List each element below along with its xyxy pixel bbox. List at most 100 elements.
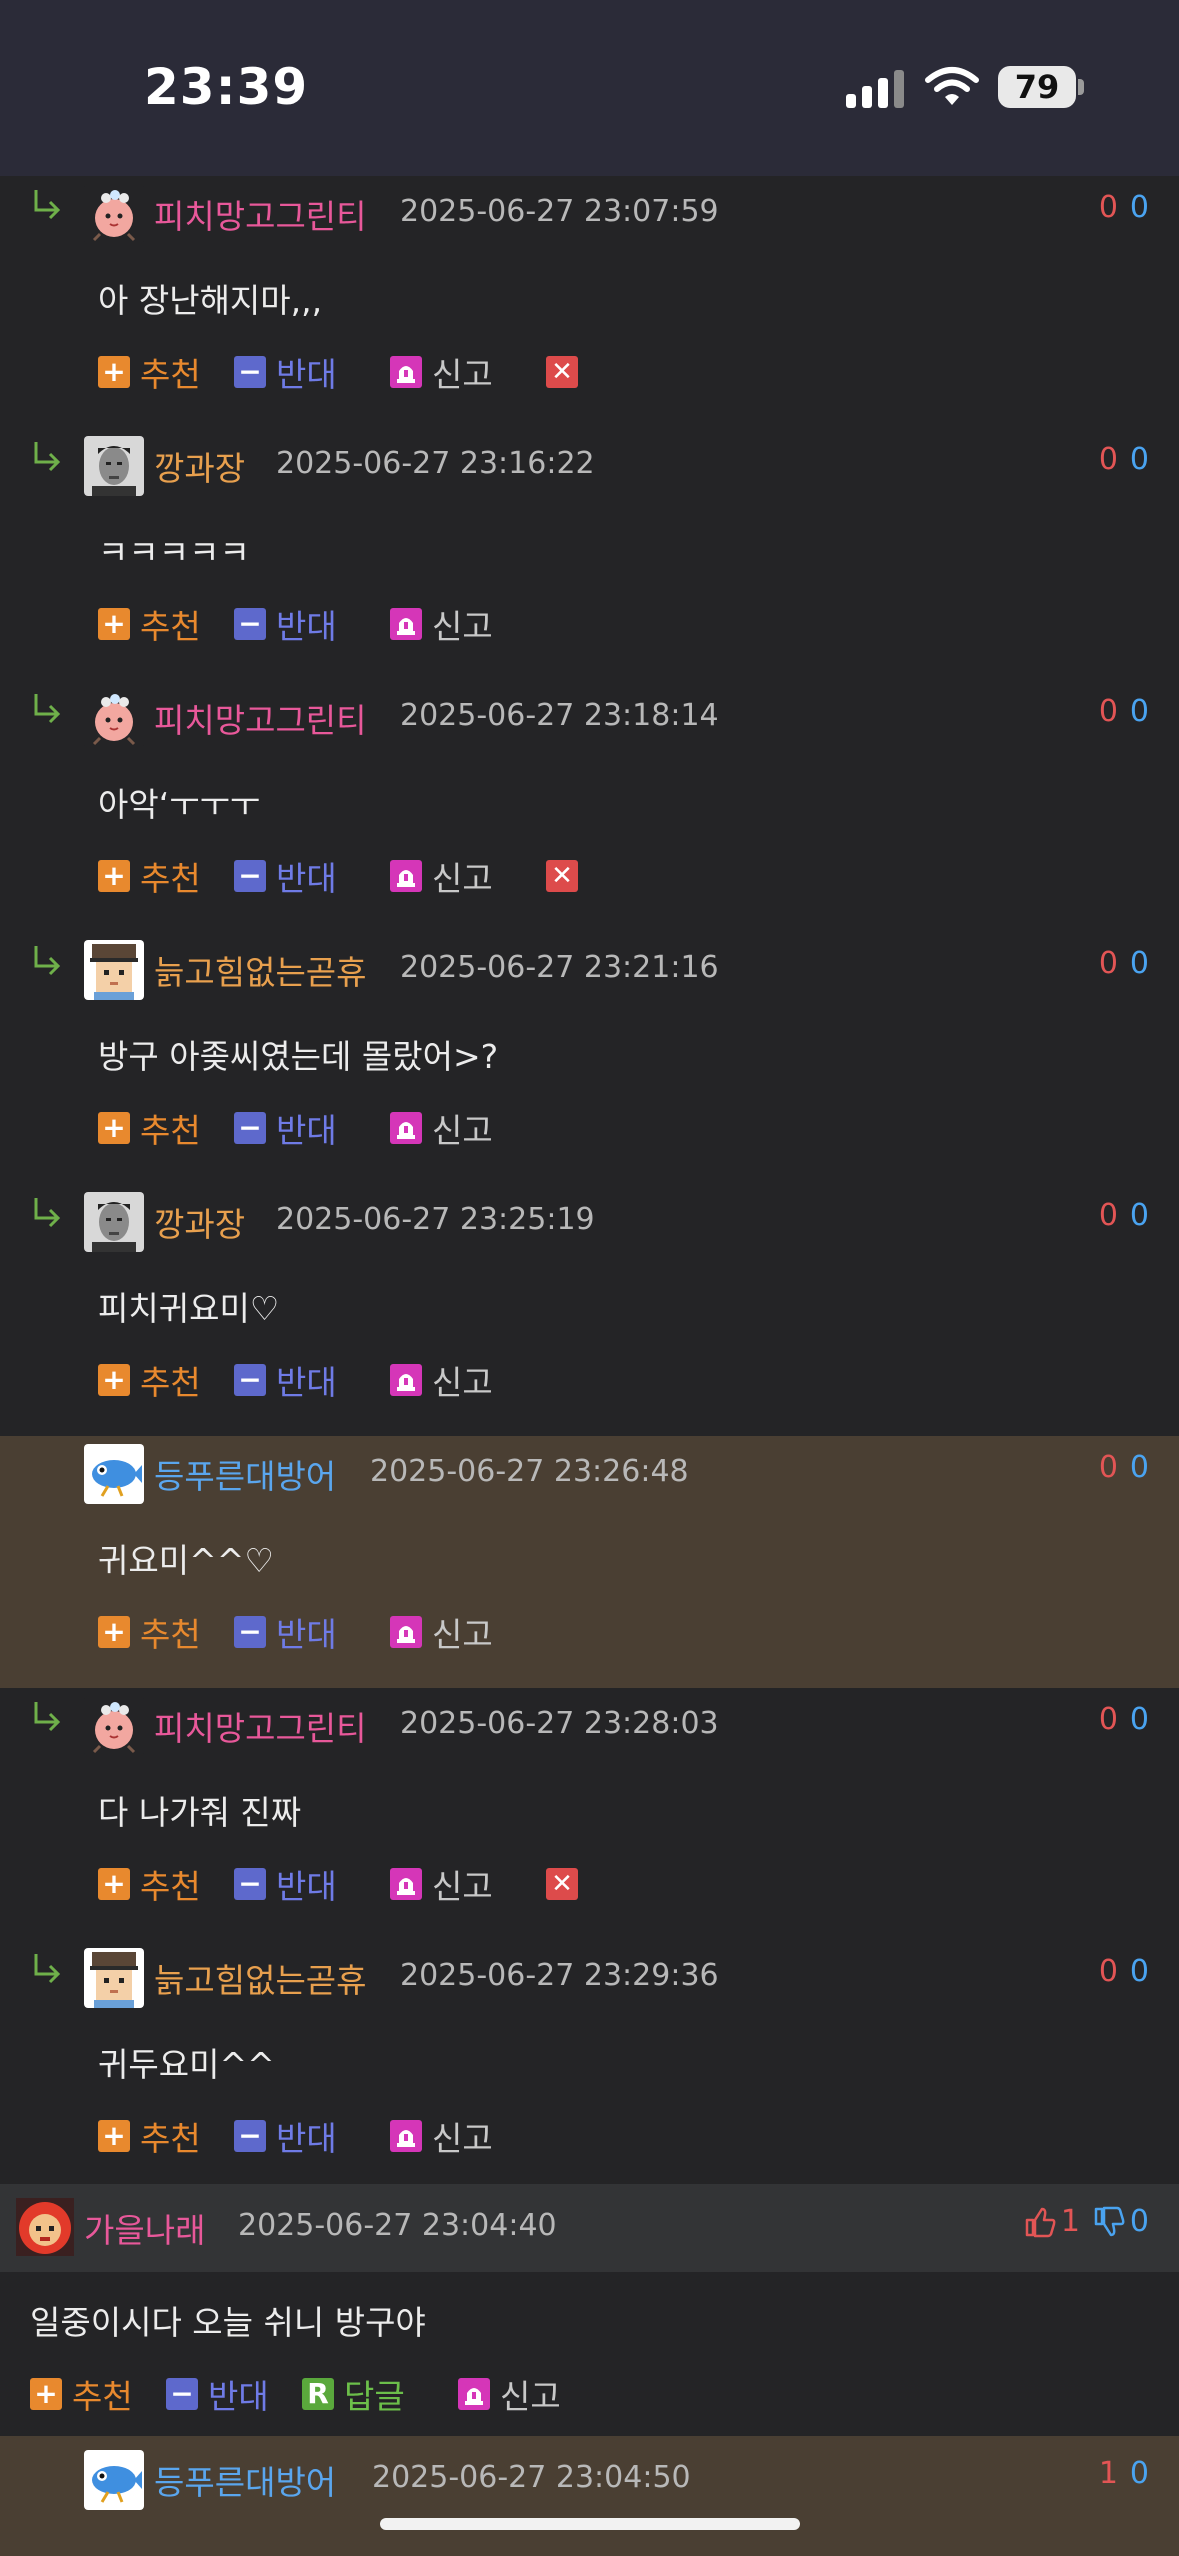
oppose-label: 반대 [276, 355, 337, 394]
oppose-button[interactable]: − 반대 [234, 1108, 337, 1150]
recommend-button[interactable]: + 추천 [98, 604, 201, 646]
parent-nickname[interactable]: 가을나래 [84, 2204, 205, 2252]
recommend-label: 추천 [140, 2119, 201, 2158]
upvote-count: 0 [1098, 190, 1118, 225]
report-button[interactable]: 신고 [390, 856, 493, 898]
plus-icon: + [98, 1364, 130, 1396]
minus-icon: − [234, 1112, 266, 1144]
plus-icon: + [98, 1112, 130, 1144]
comment-nickname[interactable]: 늙고힘없는곧휴 [154, 946, 367, 994]
minus-icon: − [234, 356, 266, 388]
delete-button[interactable]: ✕ [546, 1864, 578, 1904]
report-label: 신고 [432, 1111, 493, 1150]
comment-date: 2025-06-27 23:26:48 [370, 1454, 689, 1489]
report-button[interactable]: 신고 [390, 1108, 493, 1150]
comment-item: 피치망고그린티 2025-06-27 23:18:14 0 0 아악‘ㅜㅜㅜ + 추천 − 반대… [0, 680, 1179, 932]
recommend-label: 추천 [140, 1867, 201, 1906]
siren-icon [390, 608, 422, 640]
comment-nickname[interactable]: 피치망고그린티 [154, 190, 367, 238]
parent-votes: 1 0 [1023, 2204, 1149, 2239]
oppose-button[interactable]: − 반대 [234, 2116, 337, 2158]
recommend-button[interactable]: + 추천 [98, 856, 201, 898]
comment-actions: + 추천 − 반대 신고 [98, 604, 798, 646]
reply-arrow-icon [30, 438, 66, 474]
minus-icon: − [234, 2120, 266, 2152]
peach-character-avatar [84, 688, 144, 748]
parent-comment: 가을나래 2025-06-27 23:04:40 1 0 일중이시다 오늘 쉬니… [0, 2184, 1179, 2436]
reply-arrow-icon [30, 186, 66, 222]
report-button[interactable]: 신고 [390, 1360, 493, 1402]
report-label: 신고 [432, 607, 493, 646]
report-button[interactable]: 신고 [390, 1864, 493, 1906]
minus-icon: − [166, 2378, 198, 2410]
comment-nickname[interactable]: 깡과장 [154, 442, 245, 490]
oppose-label: 반대 [276, 1111, 337, 1150]
oppose-button[interactable]: − 반대 [234, 1612, 337, 1654]
comment-nickname[interactable]: 피치망고그린티 [154, 1702, 367, 1750]
upvote-count: 0 [1098, 946, 1118, 981]
comment-text: 다 나가줘 진짜 [98, 1793, 302, 1832]
plus-icon: + [30, 2378, 62, 2410]
oppose-button[interactable]: − 반대 [234, 352, 337, 394]
report-label: 신고 [432, 1363, 493, 1402]
delete-button[interactable]: ✕ [546, 856, 578, 896]
oppose-button[interactable]: − 반대 [234, 1864, 337, 1906]
comment-date: 2025-06-27 23:25:19 [276, 1202, 595, 1237]
comment-nickname[interactable]: 깡과장 [154, 1198, 245, 1246]
delete-button[interactable]: ✕ [546, 352, 578, 392]
oppose-label: 반대 [276, 1867, 337, 1906]
comment-nickname[interactable]: 등푸른대방어 [154, 2456, 336, 2504]
oppose-label: 반대 [208, 2377, 269, 2416]
siren-icon [390, 2120, 422, 2152]
parent-comment-header: 가을나래 2025-06-27 23:04:40 1 0 [0, 2184, 1179, 2272]
downvote-count: 0 [1129, 442, 1149, 477]
recommend-button[interactable]: + 추천 [98, 352, 201, 394]
recommend-button[interactable]: + 추천 [98, 1360, 201, 1402]
downvote-count: 0 [1129, 946, 1149, 981]
report-button[interactable]: 신고 [390, 352, 493, 394]
upvote-count: 0 [1098, 1702, 1118, 1737]
comment-votes: 00 [1099, 1450, 1149, 1485]
downvote-count: 0 [1129, 1954, 1149, 1989]
comment-nickname[interactable]: 늙고힘없는곧휴 [154, 1954, 367, 2002]
comment-item: 늙고힘없는곧휴 2025-06-27 23:29:36 0 0 귀두요미^^ + 추천 − 반대… [0, 1940, 1179, 2192]
reply-button[interactable]: R 답글 [302, 2374, 405, 2416]
signal-icon [846, 70, 906, 108]
recommend-button[interactable]: + 추천 [98, 1612, 201, 1654]
downvote-count: 0 [1129, 190, 1149, 225]
oppose-label: 반대 [276, 607, 337, 646]
recommend-button[interactable]: + 추천 [98, 1864, 201, 1906]
report-button[interactable]: 신고 [390, 1612, 493, 1654]
battery-cap [1078, 79, 1084, 95]
recommend-button[interactable]: + 추천 [30, 2374, 133, 2416]
recommend-label: 추천 [140, 607, 201, 646]
downvote-count: 0 [1129, 1450, 1149, 1485]
report-button[interactable]: 신고 [390, 604, 493, 646]
report-button[interactable]: 신고 [458, 2374, 561, 2416]
comment-reply-partial: 등푸른대방어 2025-06-27 23:04:50 10 [0, 2436, 1179, 2556]
comment-list: 피치망고그린티 2025-06-27 23:07:59 0 0 아 장난해지마,,, + 추… [0, 176, 1179, 2192]
comment-item: 피치망고그린티 2025-06-27 23:28:03 0 0 다 나가줘 진짜 + 추천 −… [0, 1688, 1179, 1940]
downvote-count: 0 [1129, 2456, 1149, 2491]
comment-actions: + 추천 − 반대 신고 [98, 1612, 798, 1654]
plus-icon: + [98, 608, 130, 640]
dislike-count: 0 [1129, 2204, 1149, 2239]
oppose-button[interactable]: − 반대 [234, 1360, 337, 1402]
downvote-count: 0 [1129, 1198, 1149, 1233]
report-button[interactable]: 신고 [390, 2116, 493, 2158]
close-icon: ✕ [546, 356, 578, 388]
comment-date: 2025-06-27 23:16:22 [276, 446, 595, 481]
oppose-button[interactable]: − 반대 [234, 856, 337, 898]
recommend-button[interactable]: + 추천 [98, 1108, 201, 1150]
thumbs-up-icon[interactable] [1023, 2205, 1057, 2239]
oppose-button[interactable]: − 반대 [234, 604, 337, 646]
minus-icon: − [234, 860, 266, 892]
comment-nickname[interactable]: 피치망고그린티 [154, 694, 367, 742]
recommend-button[interactable]: + 추천 [98, 2116, 201, 2158]
comment-date: 2025-06-27 23:07:59 [400, 194, 719, 229]
oppose-button[interactable]: − 반대 [166, 2374, 269, 2416]
oppose-label: 반대 [276, 2119, 337, 2158]
thumbs-down-icon[interactable] [1092, 2205, 1126, 2239]
comment-nickname[interactable]: 등푸른대방어 [154, 1450, 336, 1498]
comment-votes: 00 [1099, 694, 1149, 729]
